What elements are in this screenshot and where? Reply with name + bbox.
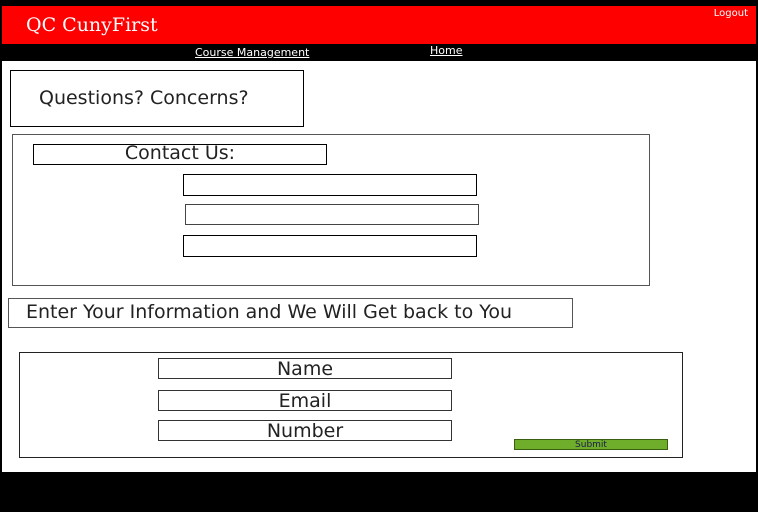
nav-bar: Course Management Home: [2, 44, 756, 61]
nav-course-management-link[interactable]: Course Management: [195, 46, 309, 59]
questions-heading: Questions? Concerns?: [39, 87, 249, 109]
contact-field-3[interactable]: [183, 235, 477, 257]
info-banner: Enter Your Information and We Will Get b…: [8, 298, 573, 328]
app-frame: QC CunyFirst Logout Course Management Ho…: [0, 0, 758, 512]
submit-button[interactable]: Submit: [514, 439, 668, 450]
number-field[interactable]: [158, 420, 452, 441]
contact-heading-box: Contact Us:: [33, 142, 327, 165]
header-bar: QC CunyFirst Logout: [2, 6, 756, 44]
app-title: QC CunyFirst: [26, 14, 158, 36]
contact-heading: Contact Us:: [124, 142, 236, 164]
contact-field-2[interactable]: [185, 204, 479, 225]
nav-home-link[interactable]: Home: [430, 44, 462, 57]
logout-link[interactable]: Logout: [714, 8, 748, 19]
contact-panel: Contact Us:: [12, 134, 650, 286]
email-field[interactable]: [158, 390, 452, 411]
info-banner-text: Enter Your Information and We Will Get b…: [26, 301, 513, 323]
questions-heading-box: Questions? Concerns?: [10, 70, 304, 127]
main-content: Questions? Concerns? Contact Us: Enter Y…: [2, 61, 756, 472]
name-field[interactable]: [158, 358, 452, 379]
info-form-panel: Submit: [19, 352, 683, 458]
footer-bar: [0, 472, 758, 512]
contact-field-1[interactable]: [183, 174, 477, 196]
